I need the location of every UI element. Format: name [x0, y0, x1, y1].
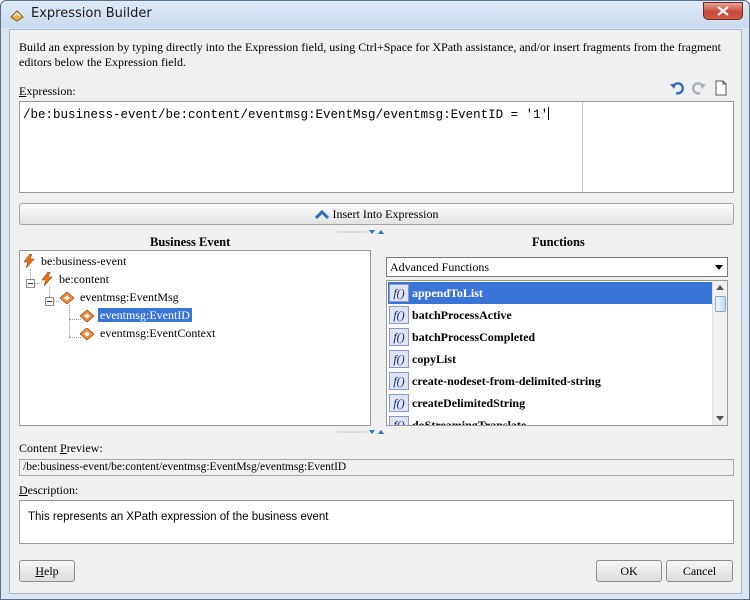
element-icon: [80, 310, 94, 322]
expression-field[interactable]: /be:business-event/be:content/eventmsg:E…: [19, 101, 734, 193]
description-label: Description:: [19, 483, 79, 497]
function-icon: f(): [389, 394, 409, 412]
function-item[interactable]: f() copyList: [388, 348, 712, 370]
function-icon: f(): [389, 284, 409, 302]
tree-node-eventid[interactable]: eventmsg:EventID: [80, 307, 192, 323]
window-title: Expression Builder: [31, 6, 152, 21]
element-icon: [60, 292, 74, 304]
close-icon: [717, 6, 729, 16]
instructions-text: Build an expression by typing directly i…: [19, 40, 721, 69]
expression-label: Expression:: [19, 84, 76, 98]
chevron-down-icon: [715, 265, 723, 270]
scroll-down-icon[interactable]: [716, 416, 724, 421]
function-item[interactable]: f() createDelimitedString: [388, 392, 712, 414]
function-item[interactable]: f() doStreamingTranslate: [388, 414, 712, 425]
function-item[interactable]: f() batchProcessCompleted: [388, 326, 712, 348]
content-preview-label: Content Preview:: [19, 441, 103, 455]
splitter-arrows-icon: [369, 230, 384, 234]
function-icon: f(): [389, 372, 409, 390]
function-category-value: Advanced Functions: [390, 260, 489, 274]
tree-collapse-toggle[interactable]: [45, 297, 54, 306]
functions-scrollbar[interactable]: [712, 281, 727, 425]
expression-margin-line: [582, 102, 583, 192]
business-event-tree[interactable]: be:business-event be:content eventmsg:Ev…: [19, 250, 371, 426]
function-item[interactable]: f() batchProcessActive: [388, 304, 712, 326]
clear-document-icon[interactable]: [713, 80, 729, 96]
tree-node-eventcontext[interactable]: eventmsg:EventContext: [80, 325, 217, 341]
cancel-button[interactable]: Cancel: [666, 560, 733, 582]
close-window-button[interactable]: [703, 2, 743, 20]
function-icon: f(): [389, 416, 409, 425]
function-item[interactable]: f() appendToList: [388, 282, 712, 304]
insert-button-label: Insert Into Expression: [332, 207, 439, 221]
lightning-icon: [41, 272, 53, 286]
content-preview-field: /be:business-event/be:content/eventmsg:E…: [19, 459, 734, 476]
element-icon: [80, 328, 94, 340]
description-field: This represents an XPath expression of t…: [19, 500, 734, 544]
lightning-icon: [23, 254, 35, 268]
title-bar[interactable]: Expression Builder: [1, 1, 749, 28]
tree-node-business-event[interactable]: be:business-event: [23, 253, 128, 269]
function-category-select[interactable]: Advanced Functions: [386, 257, 728, 277]
function-icon: f(): [389, 328, 409, 346]
functions-list[interactable]: f() appendToList f() batchProcessActive f(…: [386, 280, 728, 426]
functions-title: Functions: [532, 235, 585, 249]
splitter-arrows-icon: [369, 430, 384, 434]
expression-builder-window: Expression Builder Build an expression b…: [0, 0, 750, 600]
text-caret: [548, 107, 550, 120]
dialog-content: Build an expression by typing directly i…: [9, 29, 742, 594]
chevron-up-icon: [314, 209, 329, 220]
ok-button[interactable]: OK: [596, 560, 662, 582]
scroll-up-icon[interactable]: [716, 285, 724, 290]
function-icon: f(): [389, 350, 409, 368]
redo-icon[interactable]: [691, 80, 707, 96]
scroll-thumb[interactable]: [715, 296, 726, 312]
insert-into-expression-button[interactable]: Insert Into Expression: [19, 203, 734, 225]
expression-builder-app-icon: [9, 7, 25, 23]
horizontal-splitter-bottom[interactable]: [337, 429, 397, 435]
undo-icon[interactable]: [669, 80, 685, 96]
expression-toolbar: [669, 80, 733, 96]
tree-collapse-toggle[interactable]: [26, 279, 35, 288]
tree-node-eventmsg[interactable]: eventmsg:EventMsg: [60, 289, 181, 305]
help-button[interactable]: Help: [19, 560, 75, 582]
function-icon: f(): [389, 306, 409, 324]
business-event-title: Business Event: [150, 235, 231, 249]
tree-node-content[interactable]: be:content: [41, 271, 111, 287]
horizontal-splitter-top[interactable]: [337, 229, 397, 235]
expression-value: /be:business-event/be:content/eventmsg:E…: [23, 108, 549, 122]
function-item[interactable]: f() create-nodeset-from-delimited-string: [388, 370, 712, 392]
